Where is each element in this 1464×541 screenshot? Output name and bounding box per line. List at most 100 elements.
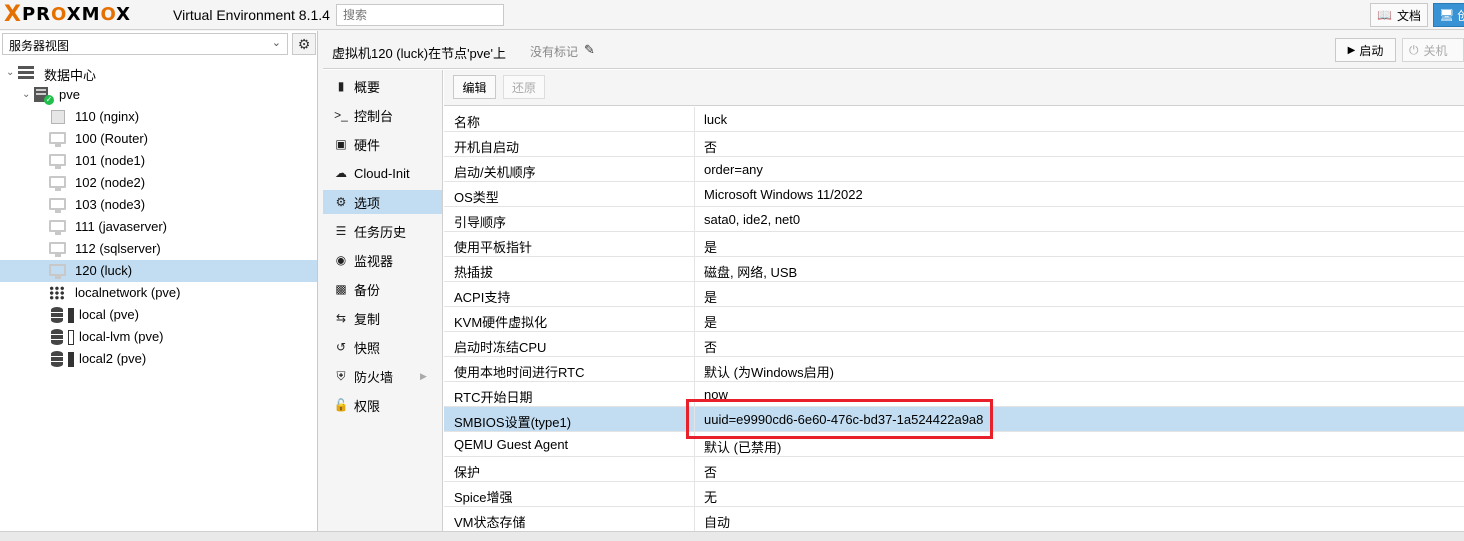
docs-label: 文档 xyxy=(1396,8,1421,23)
tree-item-vm[interactable]: 100 (Router) xyxy=(0,128,317,150)
table-row[interactable]: 热插拔 磁盘, 网络, USB xyxy=(444,257,1464,282)
tree-item-storage[interactable]: local2 (pve) xyxy=(0,348,317,370)
start-button[interactable]: ▶ 启动 xyxy=(1335,38,1396,62)
top-bar: X PROXMOX Virtual Environment 8.1.4 📖 文档… xyxy=(0,0,1464,30)
table-row[interactable]: 保护 否 xyxy=(444,457,1464,482)
tree-item-vm[interactable]: 102 (node2) xyxy=(0,172,317,194)
gear-icon[interactable]: ⚙ xyxy=(292,33,316,55)
docs-button[interactable]: 📖 文档 xyxy=(1370,3,1428,27)
view-selector[interactable]: 服务器视图 ⌄ xyxy=(2,33,288,55)
nav-item-backup[interactable]: ▩ 备份 xyxy=(323,277,442,301)
tree-item-datacenter[interactable]: ⌄ 数据中心 xyxy=(0,62,317,84)
list-icon: ☰ xyxy=(335,224,347,238)
nav-item-console[interactable]: >_ 控制台 xyxy=(323,103,442,127)
option-value: 否 xyxy=(704,340,718,355)
table-row[interactable]: Spice增强 无 xyxy=(444,482,1464,507)
tree-item-storage[interactable]: local (pve) xyxy=(0,304,317,326)
storage-usage-icon xyxy=(68,308,74,323)
nav-label: 概要 xyxy=(354,79,381,95)
tree-item-vm[interactable]: 101 (node1) xyxy=(0,150,317,172)
table-row[interactable]: 开机自启动 否 xyxy=(444,132,1464,157)
revert-button[interactable]: 还原 xyxy=(503,75,545,99)
table-row[interactable]: 引导顺序 sata0, ide2, net0 xyxy=(444,207,1464,232)
table-row[interactable]: 名称 luck xyxy=(444,107,1464,132)
proxmox-logo[interactable]: X PROXMOX xyxy=(4,4,131,26)
monitor-icon xyxy=(49,132,66,147)
monitor-icon xyxy=(49,242,66,257)
option-key: 使用本地时间进行RTC xyxy=(454,365,585,380)
tree-item-label: 103 (node3) xyxy=(75,197,146,212)
nav-item-replication[interactable]: ⇆ 复制 xyxy=(323,306,442,330)
edit-tags-icon[interactable]: ✎ xyxy=(584,42,595,58)
create-label: 创 xyxy=(1457,8,1464,23)
option-key: 开机自启动 xyxy=(454,140,520,155)
tree-item-vm[interactable]: 112 (sqlserver) xyxy=(0,238,317,260)
shield-icon: ⛨ xyxy=(336,368,346,383)
nav-item-summary[interactable]: ▮ 概要 xyxy=(323,74,442,98)
chevron-down-icon: ⌄ xyxy=(271,37,281,49)
nav-item-options[interactable]: ⚙ 选项 xyxy=(323,190,442,214)
table-row[interactable]: QEMU Guest Agent 默认 (已禁用) xyxy=(444,432,1464,457)
option-key: Spice增强 xyxy=(454,490,513,505)
nav-item-snapshots[interactable]: ↺ 快照 xyxy=(323,335,442,359)
desktop-icon: ▣ xyxy=(335,137,347,151)
status-ok-icon: ✓ xyxy=(44,95,54,105)
table-row[interactable]: ACPI支持 是 xyxy=(444,282,1464,307)
table-row[interactable]: 使用平板指针 是 xyxy=(444,232,1464,257)
nav-label: 备份 xyxy=(354,282,381,298)
table-row[interactable]: KVM硬件虚拟化 是 xyxy=(444,307,1464,332)
nav-label: 快照 xyxy=(354,340,381,356)
nav-label: 权限 xyxy=(354,398,381,414)
table-row[interactable]: 使用本地时间进行RTC 默认 (为Windows启用) xyxy=(444,357,1464,382)
tree-item-vm[interactable]: 103 (node3) xyxy=(0,194,317,216)
option-value: 是 xyxy=(704,290,718,305)
table-row[interactable]: 启动时冻结CPU 否 xyxy=(444,332,1464,357)
tree-item-label: local2 (pve) xyxy=(79,351,147,366)
shutdown-button[interactable]: ⏻ 关机 xyxy=(1402,38,1464,62)
nav-item-permissions[interactable]: 🔓 权限 xyxy=(323,393,442,417)
options-table: 名称 luck 开机自启动否 启动/关机顺序 order=any OS类型 Micro… xyxy=(444,107,1464,532)
database-icon xyxy=(51,351,63,367)
options-content: 编辑 还原 名称 luck 开机自启动否 启动/关机顺序 order=any OS类… xyxy=(444,70,1464,532)
tree-item-container[interactable]: 110 (nginx) xyxy=(0,106,317,128)
table-row[interactable]: RTC开始日期 now xyxy=(444,382,1464,407)
tree-item-network[interactable]: localnetwork (pve) xyxy=(0,282,317,304)
container-icon xyxy=(51,110,65,124)
expand-toggle-icon[interactable]: ⌄ xyxy=(6,67,14,78)
create-vm-button[interactable]: 🖥 创 xyxy=(1433,3,1464,27)
tree-item-node[interactable]: ⌄ ✓ pve xyxy=(0,84,317,106)
tree-item-vm[interactable]: 111 (javaserver) xyxy=(0,216,317,238)
option-value: sata0, ide2, net0 xyxy=(704,212,801,227)
network-grid-icon xyxy=(49,286,65,300)
retweet-icon: ⇆ xyxy=(335,311,347,325)
table-row-selected[interactable]: SMBIOS设置(type1) uuid=e9990cd6-6e60-476c-b… xyxy=(444,407,1464,432)
table-row[interactable]: OS类型 Microsoft Windows 11/2022 xyxy=(444,182,1464,207)
nav-item-firewall[interactable]: ⛨ 防火墙 ▶ xyxy=(323,364,442,388)
search-input[interactable] xyxy=(336,4,504,26)
nav-item-task-history[interactable]: ☰ 任务历史 xyxy=(323,219,442,243)
vm-panel: 虚拟机120 (luck)在节点'pve'上 没有标记 ✎ ▶ 启动 ⏻ 关机 … xyxy=(323,31,1464,532)
datacenter-icon xyxy=(18,66,34,79)
tree-item-vm-selected[interactable]: 120 (luck) xyxy=(0,260,317,282)
tree-item-label: local-lvm (pve) xyxy=(79,329,164,344)
tree-item-storage[interactable]: local-lvm (pve) xyxy=(0,326,317,348)
option-value: 磁盘, 网络, USB xyxy=(704,265,798,280)
nav-item-monitor[interactable]: ◉ 监视器 xyxy=(323,248,442,272)
product-version: Virtual Environment 8.1.4 xyxy=(173,7,330,23)
nav-item-cloud-init[interactable]: ☁ Cloud-Init xyxy=(323,161,442,185)
option-value: 默认 (为Windows启用) xyxy=(704,365,835,380)
nav-label: 防火墙 xyxy=(354,369,394,385)
log-panel-splitter[interactable] xyxy=(0,531,1464,541)
monitor-icon xyxy=(49,154,66,169)
database-icon xyxy=(51,307,63,323)
edit-button[interactable]: 编辑 xyxy=(453,75,496,99)
option-key: KVM硬件虚拟化 xyxy=(454,315,548,330)
table-row[interactable]: VM状态存储 自动 xyxy=(444,507,1464,532)
vm-nav: ▮ 概要 >_ 控制台 ▣ 硬件 ☁ Cloud-Init ⚙ 选项 ☰ 任务历… xyxy=(323,70,443,531)
table-row[interactable]: 启动/关机顺序 order=any xyxy=(444,157,1464,182)
expand-toggle-icon[interactable]: ⌄ xyxy=(22,89,30,100)
option-value: 否 xyxy=(704,140,718,155)
option-key: 使用平板指针 xyxy=(454,240,533,255)
nav-item-hardware[interactable]: ▣ 硬件 xyxy=(323,132,442,156)
option-key: 名称 xyxy=(454,115,481,130)
